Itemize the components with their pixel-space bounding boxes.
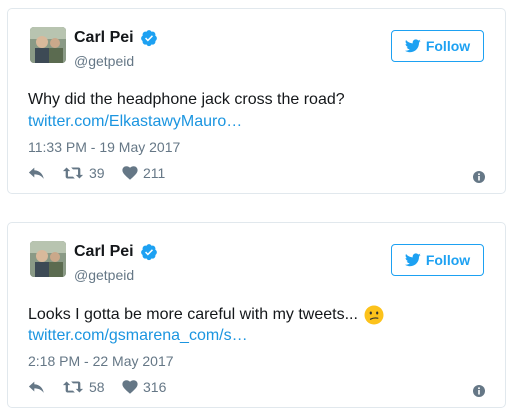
retweet-icon [62, 167, 84, 179]
like-count: 316 [143, 379, 167, 395]
author-name-row[interactable]: Carl Pei [74, 29, 158, 47]
confused-face-icon [364, 305, 384, 325]
tweet-link[interactable]: twitter.com/ElkastawyMauro… [28, 113, 242, 131]
tweet-timestamp[interactable]: 11:33 PM - 19 May 2017 [28, 139, 180, 155]
avatar[interactable] [30, 241, 66, 277]
tweet-text: Looks I gotta be more careful with my tw… [28, 305, 384, 325]
author-name-row[interactable]: Carl Pei [74, 243, 158, 261]
author-name[interactable]: Carl Pei [74, 29, 134, 47]
reply-icon [28, 167, 44, 179]
embedded-tweet: Carl Pei @getpeid Follow Looks I gotta b… [7, 222, 506, 408]
twitter-bird-icon [404, 39, 421, 53]
verified-badge-icon [140, 244, 157, 261]
tweet-actions: 39 211 [28, 165, 165, 181]
verified-badge-icon [140, 30, 157, 47]
reply-button[interactable] [28, 379, 62, 395]
retweet-button[interactable]: 39 [62, 165, 122, 181]
like-button[interactable]: 211 [122, 165, 165, 181]
info-icon[interactable] [473, 385, 485, 397]
author-handle[interactable]: @getpeid [74, 53, 134, 69]
tweet-timestamp[interactable]: 2:18 PM - 22 May 2017 [28, 353, 174, 369]
retweet-icon [62, 381, 84, 393]
retweet-button[interactable]: 58 [62, 379, 122, 395]
reply-button[interactable] [28, 165, 62, 181]
tweet-text-content: Why did the headphone jack cross the roa… [28, 91, 345, 108]
tweet-actions: 58 316 [28, 379, 166, 395]
author-handle[interactable]: @getpeid [74, 267, 134, 283]
heart-icon [122, 380, 138, 394]
embedded-tweet: Carl Pei @getpeid Follow Why did the hea… [7, 8, 506, 194]
like-button[interactable]: 316 [122, 379, 166, 395]
follow-button[interactable]: Follow [391, 30, 484, 62]
tweet-text: Why did the headphone jack cross the roa… [28, 91, 345, 109]
like-count: 211 [143, 165, 166, 181]
retweet-count: 39 [89, 165, 105, 181]
twitter-bird-icon [404, 253, 421, 267]
reply-icon [28, 381, 44, 393]
tweet-link[interactable]: twitter.com/gsmarena_com/s… [28, 327, 248, 345]
tweet-text-content: Looks I gotta be more careful with my tw… [28, 306, 358, 323]
follow-label: Follow [425, 252, 471, 268]
info-icon[interactable] [473, 171, 485, 183]
author-name[interactable]: Carl Pei [74, 243, 134, 261]
follow-label: Follow [425, 38, 471, 54]
retweet-count: 58 [89, 379, 105, 395]
heart-icon [122, 166, 138, 180]
follow-button[interactable]: Follow [391, 244, 484, 276]
avatar[interactable] [30, 27, 66, 63]
